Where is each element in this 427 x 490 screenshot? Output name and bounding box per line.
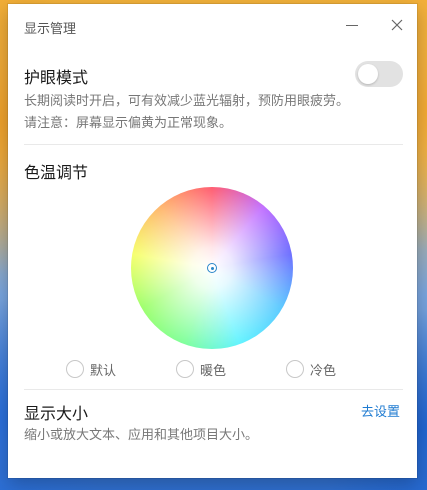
divider [24,389,403,390]
radio-circle-icon [66,360,84,378]
radio-label: 冷色 [310,363,337,379]
window-title: 显示管理 [24,22,77,37]
eye-care-toggle[interactable] [355,61,403,87]
radio-label: 默认 [90,363,117,379]
radio-warm[interactable]: 暖色 [176,358,226,380]
radio-default[interactable]: 默认 [66,358,116,380]
radio-label: 暖色 [200,363,227,379]
color-temp-title: 色温调节 [24,163,89,182]
close-icon [391,19,403,31]
color-wheel-handle[interactable] [207,263,217,273]
eye-care-title: 护眼模式 [24,68,89,87]
eye-care-desc-line2: 请注意：屏幕显示偏黄为正常现象。 [24,116,233,131]
radio-circle-icon [176,360,194,378]
minimize-button[interactable] [341,14,363,36]
divider [24,144,403,145]
radio-circle-icon [286,360,304,378]
toggle-knob [358,64,378,84]
title-bar: 显示管理 [8,4,417,48]
eye-care-desc-line1: 长期阅读时开启，可有效减少蓝光辐射，预防用眼疲劳。 [24,94,350,109]
display-management-window: 显示管理 护眼模式 长期阅读时开启，可有效减少蓝光辐射，预防用眼疲劳。 请注意：… [8,4,417,478]
minimize-icon [346,24,358,26]
eye-care-description: 长期阅读时开启，可有效减少蓝光辐射，预防用眼疲劳。 请注意：屏幕显示偏黄为正常现… [24,91,349,135]
display-size-description: 缩小或放大文本、应用和其他项目大小。 [24,428,259,443]
display-size-title: 显示大小 [24,404,89,423]
radio-cool[interactable]: 冷色 [286,358,336,380]
display-size-settings-link[interactable]: 去设置 [361,401,400,420]
close-button[interactable] [386,14,408,36]
